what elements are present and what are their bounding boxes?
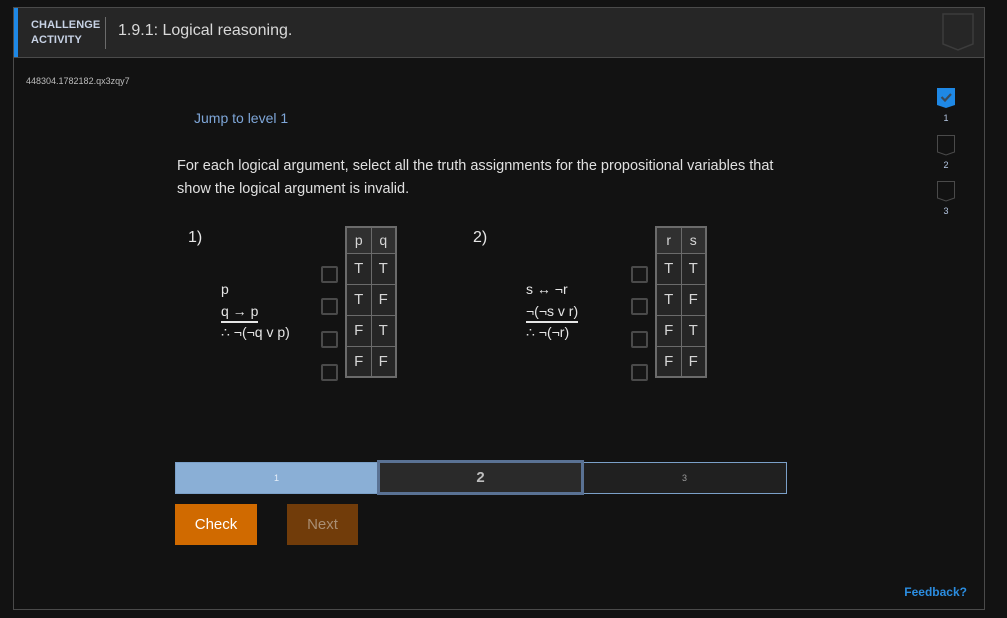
truth-table-row: T T — [345, 252, 397, 285]
question-1-conclusion: ∴ ¬(¬q v p) — [221, 324, 290, 340]
truth-value: F — [345, 345, 372, 378]
question-2-row-3-checkbox[interactable] — [631, 331, 648, 348]
truth-value: F — [370, 283, 397, 316]
truth-value: F — [680, 283, 707, 316]
question-2-argument: s ↔ ¬r ¬(¬s v r) ∴ ¬(¬r) — [526, 278, 579, 341]
truth-value: T — [345, 283, 372, 316]
step-1-indicator[interactable]: 1 — [936, 88, 956, 123]
activity-id: 448304.1782182.qx3zqy7 — [26, 76, 130, 86]
header-accent-bar — [14, 8, 18, 57]
question-2-row-2-checkbox[interactable] — [631, 298, 648, 315]
truth-table-row: F F — [655, 345, 707, 378]
truth-table-row: T T — [655, 252, 707, 285]
question-2-row-4-checkbox[interactable] — [631, 364, 648, 381]
step-2-indicator[interactable]: 2 — [936, 135, 956, 170]
level-3-tab[interactable]: 3 — [583, 462, 787, 494]
step-3-label: 3 — [943, 206, 949, 216]
truth-table-row: F F — [345, 345, 397, 378]
variable-header: s — [680, 226, 707, 254]
question-1-row-2-checkbox[interactable] — [321, 298, 338, 315]
activity-header: CHALLENGE ACTIVITY 1.9.1: Logical reason… — [14, 8, 984, 58]
truth-table-row: F T — [655, 314, 707, 347]
question-2-premise-1: s ↔ ¬r — [526, 281, 568, 297]
truth-value: F — [370, 345, 397, 378]
question-1-row-4-checkbox[interactable] — [321, 364, 338, 381]
truth-value: T — [345, 252, 372, 285]
question-2-number: 2) — [473, 229, 488, 246]
jump-to-level-link[interactable]: Jump to level 1 — [194, 110, 288, 126]
variable-header: q — [370, 226, 397, 254]
truth-value: F — [655, 345, 682, 378]
ribbon-badge-icon — [942, 13, 974, 51]
question-2-premise-2: ¬(¬s v r) — [526, 302, 579, 323]
truth-table-row: T F — [345, 283, 397, 316]
checkmark-icon — [937, 88, 955, 108]
question-1-number: 1) — [188, 229, 203, 246]
truth-table-header: p q — [345, 226, 397, 254]
step-3-indicator[interactable]: 3 — [936, 181, 956, 216]
challenge-activity-panel: CHALLENGE ACTIVITY 1.9.1: Logical reason… — [13, 7, 985, 610]
question-2-truth-table: r s T T T F F T F F — [655, 226, 707, 378]
question-1-argument: p q → p ∴ ¬(¬q v p) — [221, 278, 290, 341]
truth-value: T — [370, 252, 397, 285]
activity-kind-label: CHALLENGE ACTIVITY — [31, 18, 100, 48]
level-1-tab[interactable]: 1 — [175, 462, 378, 494]
header-divider — [105, 17, 106, 49]
activity-kind-line2: ACTIVITY — [31, 34, 82, 46]
question-1-premise-1: p — [221, 281, 229, 297]
instructions-text: For each logical argument, select all th… — [177, 158, 774, 197]
truth-value: T — [370, 314, 397, 347]
level-progress-bar: 1 3 2 — [175, 460, 787, 495]
truth-value: F — [680, 345, 707, 378]
variable-header: r — [655, 226, 682, 254]
question-2-conclusion: ∴ ¬(¬r) — [526, 324, 570, 340]
next-button[interactable]: Next — [287, 504, 358, 545]
empty-badge-icon — [937, 135, 955, 156]
check-button[interactable]: Check — [175, 504, 257, 545]
step-2-label: 2 — [943, 160, 949, 170]
truth-value: F — [345, 314, 372, 347]
question-1-premise-2: q → p — [221, 302, 259, 323]
truth-table-row: F T — [345, 314, 397, 347]
activity-kind-line1: CHALLENGE — [31, 19, 101, 31]
truth-table-row: T F — [655, 283, 707, 316]
question-2-row-1-checkbox[interactable] — [631, 266, 648, 283]
truth-value: T — [655, 283, 682, 316]
truth-value: F — [655, 314, 682, 347]
truth-value: T — [655, 252, 682, 285]
variable-header: p — [345, 226, 372, 254]
feedback-link[interactable]: Feedback? — [904, 585, 967, 599]
step-1-label: 1 — [943, 113, 949, 123]
truth-value: T — [680, 314, 707, 347]
empty-badge-icon — [937, 181, 955, 202]
question-1-row-1-checkbox[interactable] — [321, 266, 338, 283]
truth-table-header: r s — [655, 226, 707, 254]
truth-value: T — [680, 252, 707, 285]
level-2-tab[interactable]: 2 — [377, 460, 584, 495]
question-1-row-3-checkbox[interactable] — [321, 331, 338, 348]
question-1-truth-table: p q T T T F F T F F — [345, 226, 397, 378]
activity-title: 1.9.1: Logical reasoning. — [118, 22, 293, 39]
